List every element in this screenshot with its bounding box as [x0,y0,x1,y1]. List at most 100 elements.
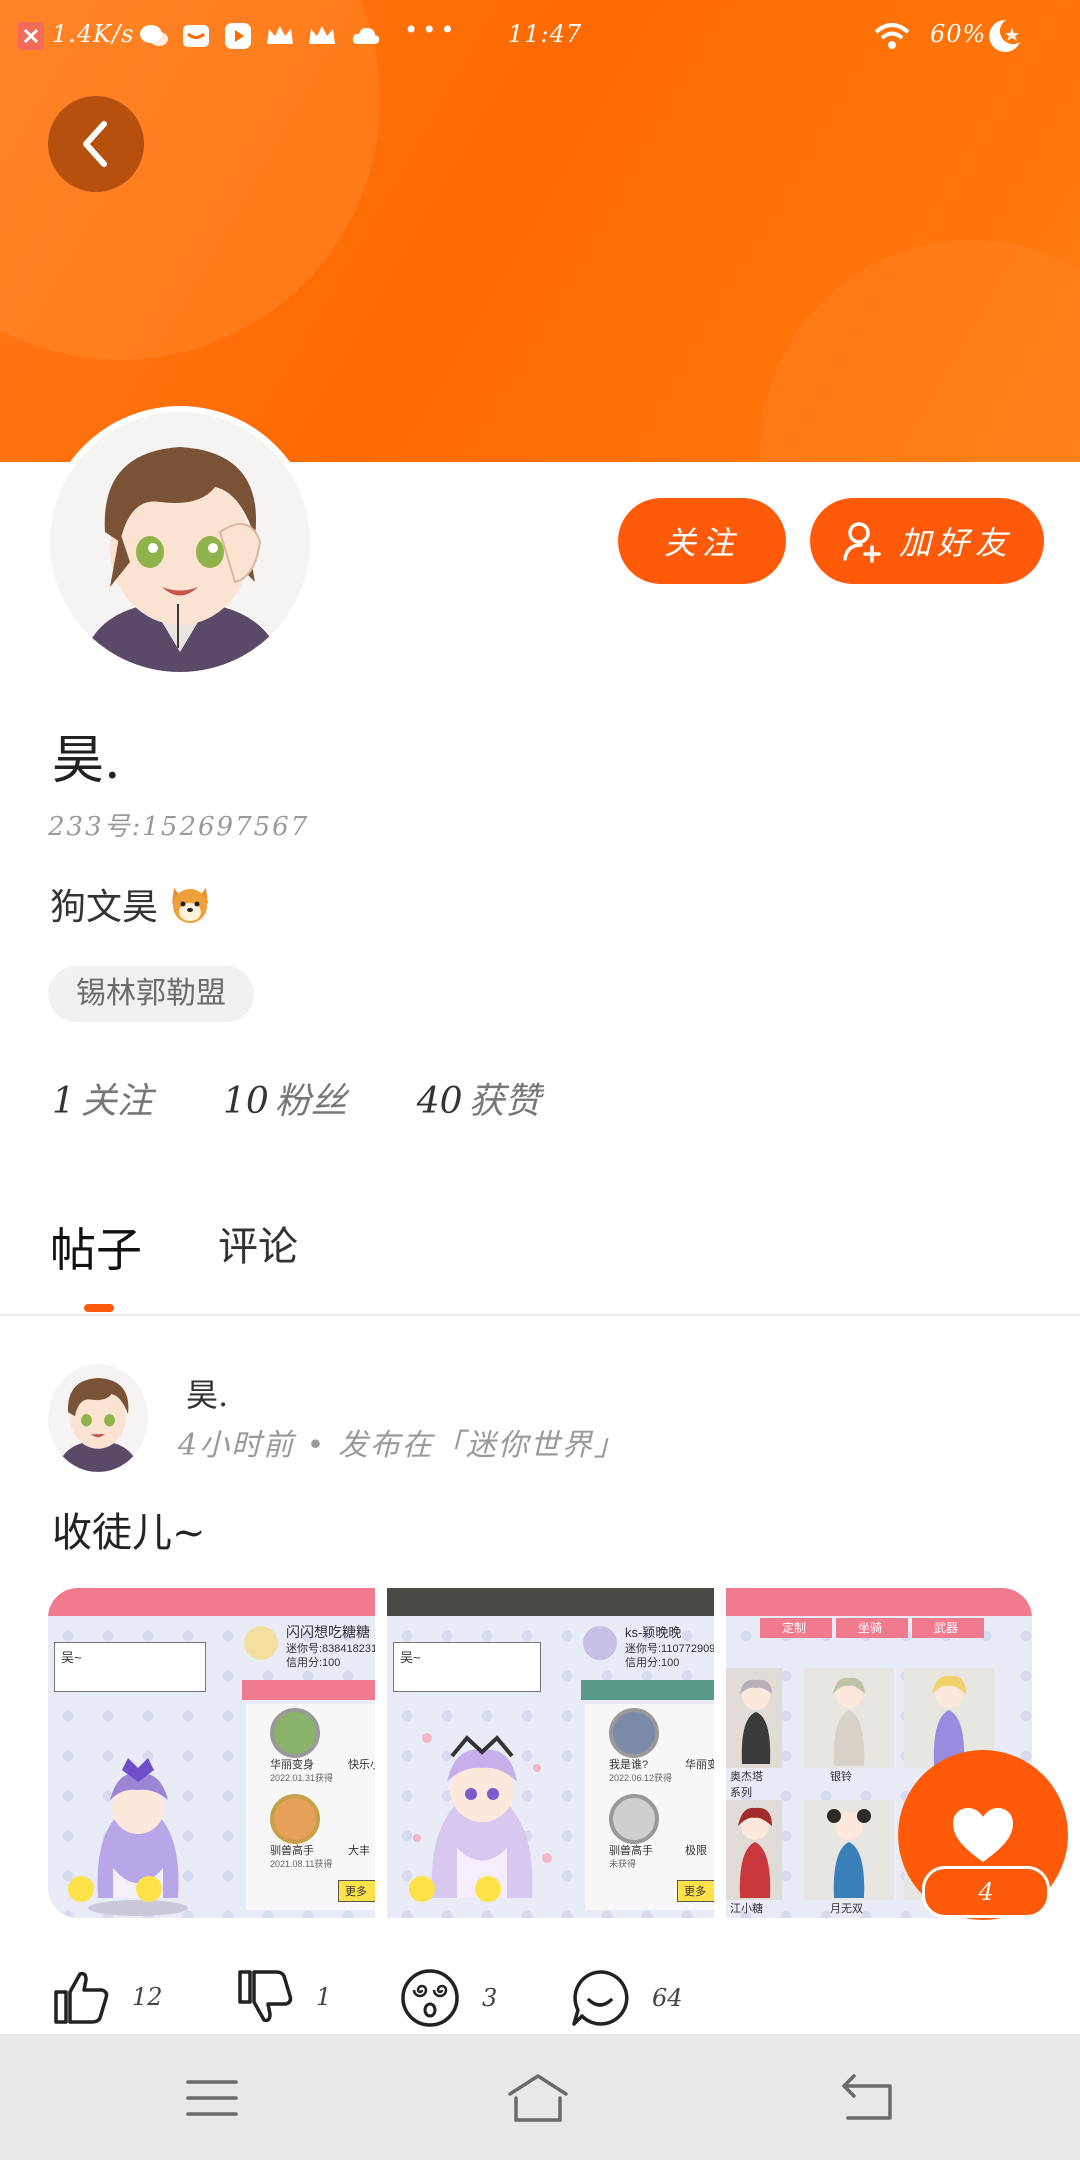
post-image[interactable]: 吴~ ks-颖晚晚 迷你号:1107729095 信用分:100 我是谁? 华丽… [387,1588,714,1918]
badge-panel-header [581,1680,714,1700]
fans-count: 10 [222,1081,269,1122]
outfit-name: 江小糖 [730,1903,763,1915]
badge-date: 2022.01.31获得 [270,1773,334,1783]
app-notification-icon [18,22,44,50]
badge-icon [270,1708,320,1758]
video-icon [225,23,251,49]
game-character [740,1679,772,1764]
tab-posts[interactable]: 帖子 [50,1214,142,1280]
likes-count: 40 [416,1081,463,1122]
following-label: 关注 [80,1081,153,1122]
speech-bubble-text: 吴~ [61,1650,82,1665]
category-tab-label: 坐骑 [858,1621,883,1635]
image-header-bar [726,1588,1032,1616]
comment-reaction[interactable]: 64 [570,1968,683,2028]
fans-label: 粉丝 [274,1081,347,1122]
follow-button[interactable]: 关注 [618,498,786,584]
tab-indicator [84,1304,114,1312]
more-button: 更多 [677,1880,714,1902]
back-nav-icon[interactable] [840,2070,896,2126]
badge-name: 快乐小 [348,1759,375,1771]
category-tab-label: 定制 [782,1621,807,1635]
dizzy-reaction[interactable]: 3 [400,1968,497,2028]
menu-icon[interactable] [184,2070,240,2126]
chevron-left-icon [83,121,107,167]
dislike-count: 1 [316,1983,332,2011]
game-avatar [244,1626,278,1660]
speech-bubble-text: 吴~ [400,1650,421,1665]
tab-comments[interactable]: 评论 [218,1214,298,1272]
dizzy-count: 3 [482,1984,498,2012]
location-tag[interactable]: 锡林郭勒盟 [48,966,254,1022]
badge-icon [270,1794,320,1844]
game-player-credit: 信用分:100 [625,1657,680,1669]
reaction-bar: 12 1 3 64 [52,1968,1052,2038]
shiba-emoji-icon [172,888,209,923]
add-friend-button-label: 加好友 [898,524,1013,562]
likes-stat[interactable]: 40 获赞 [417,1072,541,1124]
net-speed: 1.4K/s [52,20,135,48]
like-reaction[interactable]: 12 [52,1968,163,2026]
outfit-name: 月无双 [830,1903,863,1915]
badge-name: 华丽变身 [270,1759,314,1771]
post-meta: 4小时前 • 发布在「迷你世界」 [178,1428,626,1463]
outfit-name: 银铃 [830,1771,852,1783]
game-player-credit: 信用分:100 [286,1657,341,1669]
thumbs-up-icon [54,1971,109,2024]
category-tab: 武器 [912,1618,984,1638]
fans-stat[interactable]: 10 粉丝 [223,1072,347,1124]
home-icon[interactable] [506,2070,570,2126]
thumbs-down-icon [238,1970,293,2023]
dislike-reaction[interactable]: 1 [236,1968,331,2026]
badge-name: 大丰 [348,1845,370,1857]
game-avatar [583,1626,617,1660]
outfit-section: 系列 [730,1787,752,1799]
post-author-name[interactable]: 昊. [186,1370,228,1416]
banner-decoration [760,240,1080,462]
category-tab: 定制 [760,1618,832,1638]
game-character [833,1677,865,1766]
badge-icon [609,1708,659,1758]
post-image[interactable]: 吴~ 闪闪想吃糖糖 迷你号:838418231 信用分:100 华丽变身 快乐小… [48,1588,375,1918]
post-image-gallery[interactable]: 吴~ 闪闪想吃糖糖 迷你号:838418231 信用分:100 华丽变身 快乐小… [48,1588,1032,1918]
game-character [738,1807,772,1898]
avatar-image [50,412,310,672]
badge-icon [609,1794,659,1844]
mail-icon [183,25,209,47]
more-button-label: 更多 [684,1886,706,1898]
follow-button-label: 关注 [663,524,740,562]
battery-level: 60% [930,20,987,48]
image-header-bar [387,1588,714,1616]
cloud-icon [352,27,380,44]
edit-icon [68,1876,94,1902]
lock-icon [136,1876,162,1902]
edit-icon [409,1876,435,1902]
post-author-avatar[interactable] [48,1364,148,1472]
crown-icon [309,26,335,44]
badge-name: 华丽变 [685,1759,714,1771]
crown-icon [267,26,293,44]
following-stat[interactable]: 1 关注 [52,1072,153,1124]
category-tab-label: 武器 [934,1621,959,1635]
badge-name: 极限 [685,1845,707,1857]
more-notifications: ••• [404,16,459,44]
profile-bio: 狗文昊 [50,878,212,930]
system-nav-bar [0,2034,1080,2160]
back-button[interactable] [48,96,144,192]
likes-label: 获赞 [468,1081,541,1122]
badge-panel-header [242,1680,375,1700]
add-friend-button[interactable]: 加好友 [810,498,1044,584]
badge-date: 2022.06.12获得 [609,1773,673,1783]
badge-date: 未获得 [609,1859,637,1869]
following-count: 1 [52,1081,75,1122]
clock: 11:47 [508,20,583,48]
comment-icon [572,1970,629,2026]
game-character [827,1809,871,1898]
outfit-name: 奥杰塔 [730,1771,763,1783]
night-mode-icon [989,19,1020,52]
lock-icon [475,1876,501,1902]
wifi-icon [874,23,910,49]
speech-bubble: 吴~ [393,1642,541,1692]
user-id: 233号:152697567 [48,812,310,842]
avatar[interactable] [50,412,310,672]
